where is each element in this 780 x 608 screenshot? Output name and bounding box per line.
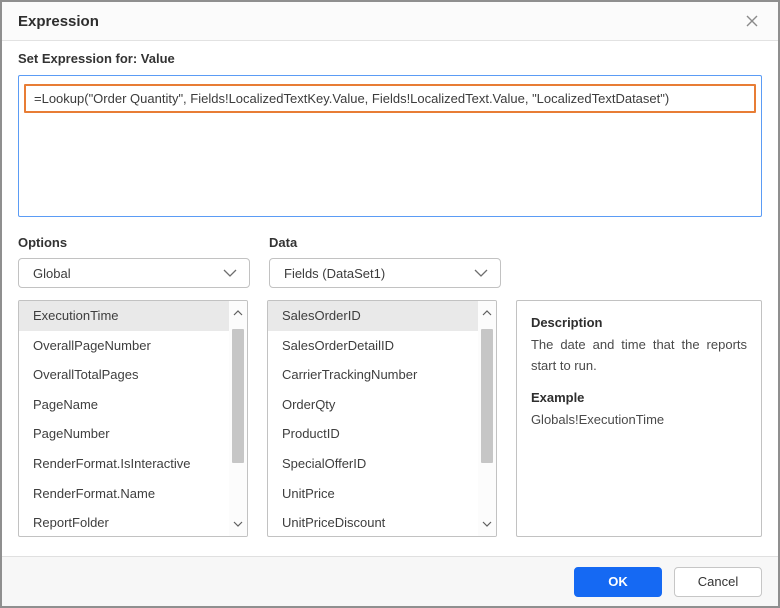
- scrollbar-thumb[interactable]: [231, 329, 244, 463]
- description-text: The date and time that the reports start…: [530, 337, 748, 373]
- selects-row: Options Global Data Fields (DataSet1): [18, 235, 762, 288]
- chevron-up-icon: [482, 310, 492, 316]
- fields-listbox: SalesOrderID SalesOrderDetailID CarrierTra…: [266, 300, 497, 537]
- close-icon: [746, 15, 758, 27]
- globals-listbox: ExecutionTime OverallPageNumber OverallTot…: [18, 300, 248, 537]
- list-item[interactable]: SalesOrderDetailID: [268, 331, 478, 361]
- set-expression-label: Set Expression for: Value: [18, 51, 175, 66]
- chevron-up-icon: [233, 310, 243, 316]
- example-heading: Example: [530, 389, 585, 405]
- list-item[interactable]: ExecutionTime: [19, 301, 229, 331]
- data-dropdown[interactable]: Fields (DataSet1): [269, 258, 501, 288]
- close-button[interactable]: [742, 11, 762, 31]
- list-item[interactable]: OverallTotalPages: [19, 360, 229, 390]
- list-item[interactable]: PageName: [19, 390, 229, 420]
- description-panel: Description The date and time that the r…: [515, 300, 763, 537]
- data-dropdown-value: Fields (DataSet1): [284, 265, 386, 281]
- expression-dialog: Expression Set Expression for: Value =Lo…: [0, 0, 780, 608]
- globals-list: ExecutionTime OverallPageNumber OverallTot…: [19, 301, 229, 536]
- cancel-button[interactable]: Cancel: [674, 566, 762, 597]
- list-item[interactable]: ProductID: [268, 419, 478, 449]
- chevron-down-icon: [223, 269, 237, 277]
- chevron-down-icon: [474, 269, 488, 277]
- expression-highlight-box: =Lookup("Order Quantity", Fields!Localiz…: [24, 84, 756, 113]
- chevron-down-icon: [233, 521, 243, 527]
- dialog-title: Expression: [18, 12, 99, 30]
- options-dropdown[interactable]: Global: [18, 258, 250, 288]
- options-dropdown-value: Global: [33, 265, 71, 281]
- scroll-up-button[interactable]: [478, 303, 496, 323]
- list-item[interactable]: UnitPriceDiscount: [268, 508, 478, 536]
- expression-text: =Lookup("Order Quantity", Fields!Localiz…: [34, 91, 670, 106]
- list-item[interactable]: PageNumber: [19, 419, 229, 449]
- globals-scrollbar[interactable]: [228, 301, 247, 536]
- fields-scrollbar[interactable]: [477, 301, 496, 536]
- expression-input[interactable]: =Lookup("Order Quantity", Fields!Localiz…: [18, 75, 762, 217]
- dialog-content: Set Expression for: Value =Lookup("Order…: [2, 41, 778, 556]
- list-item[interactable]: RenderFormat.IsInteractive: [19, 449, 229, 479]
- scroll-down-button[interactable]: [229, 514, 247, 534]
- ok-button[interactable]: OK: [574, 566, 662, 597]
- chevron-down-icon: [482, 521, 492, 527]
- options-column: Options Global: [18, 235, 250, 288]
- panels-row: ExecutionTime OverallPageNumber OverallTot…: [18, 300, 763, 537]
- list-item[interactable]: ReportFolder: [19, 508, 229, 536]
- dialog-footer: OK Cancel: [2, 556, 778, 606]
- list-item[interactable]: OverallPageNumber: [19, 331, 229, 361]
- scroll-down-button[interactable]: [478, 514, 496, 534]
- list-item[interactable]: SalesOrderID: [267, 301, 478, 331]
- list-item[interactable]: RenderFormat.Name: [19, 479, 229, 509]
- list-item[interactable]: OrderQty: [268, 390, 478, 420]
- list-item[interactable]: UnitPrice: [268, 479, 478, 509]
- list-item[interactable]: SpecialOfferID: [268, 449, 478, 479]
- example-text: Globals!ExecutionTime: [530, 411, 665, 427]
- data-label: Data: [269, 235, 298, 250]
- dialog-titlebar: Expression: [2, 2, 778, 41]
- fields-list: SalesOrderID SalesOrderDetailID CarrierTra…: [267, 301, 478, 536]
- scrollbar-thumb[interactable]: [480, 329, 493, 463]
- description-heading: Description: [530, 315, 603, 330]
- options-label: Options: [18, 235, 68, 250]
- list-item[interactable]: CarrierTrackingNumber: [268, 360, 478, 390]
- scroll-up-button[interactable]: [229, 303, 247, 323]
- data-column: Data Fields (DataSet1): [269, 235, 501, 288]
